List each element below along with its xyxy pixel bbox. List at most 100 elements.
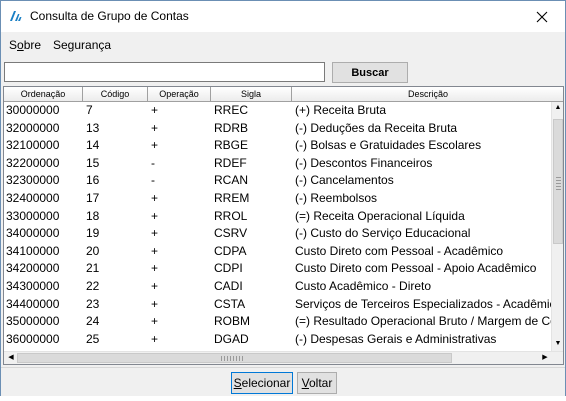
cell-ordenacao: 30000000 — [6, 103, 60, 117]
cell-descricao: (-) Descontos Financeiros — [295, 155, 433, 170]
table-row[interactable]: 34100000 20 + CDPA Custo Direto com Pessoal … — [4, 243, 551, 261]
scroll-up-icon[interactable]: ▲ — [552, 104, 563, 111]
cell-ordenacao: 34000000 — [6, 226, 60, 241]
cell-ordenacao: 35000000 — [6, 314, 60, 329]
cell-operacao: + — [151, 296, 159, 311]
cell-operacao: - — [151, 155, 155, 170]
accounts-grid[interactable]: Ordenação Código Operação Sigla Descriçã… — [3, 86, 564, 365]
close-icon — [536, 11, 548, 22]
cell-operacao: + — [151, 226, 159, 241]
table-row[interactable]: 34200000 21 + CDPI Custo Direto com Pessoal … — [4, 260, 551, 278]
menu-sobre-label: Sobre — [9, 38, 42, 52]
grip-icon — [556, 175, 561, 190]
column-header-operacao[interactable]: Operação — [148, 87, 211, 102]
menu-seguranca[interactable]: Segurança — [53, 38, 111, 52]
table-row[interactable]: 33000000 18 + RROL (=) Receita Operacional L… — [4, 208, 551, 226]
cell-sigla: RCAN — [214, 173, 249, 188]
table-row[interactable]: 32000000 13 + RDRB (-) Deduções da Receita B… — [4, 120, 551, 138]
cell-ordenacao: 33000000 — [6, 208, 60, 223]
cell-codigo: 14 — [86, 138, 100, 153]
cell-sigla: RDRB — [214, 120, 249, 135]
cell-ordenacao: 34100000 — [6, 243, 60, 258]
horizontal-scroll-thumb[interactable] — [17, 353, 452, 363]
cell-descricao: (-) Deduções da Receita Bruta — [295, 120, 458, 135]
grid-body: 30000000 7 + RREC (+) Receita Bruta 32000000 1… — [4, 102, 551, 352]
scroll-right-icon[interactable]: ▶ — [539, 353, 551, 361]
voltar-label: Voltar — [301, 376, 333, 390]
cell-descricao: Serviços de Terceiros Especializados - A… — [295, 296, 551, 311]
app-logo-icon — [10, 11, 22, 21]
consulta-window: Consulta de Grupo de Contas Sobre Segura… — [0, 0, 566, 396]
cell-operacao: + — [151, 261, 159, 276]
cell-codigo: 21 — [86, 261, 100, 276]
horizontal-scrollbar[interactable]: ◀ ▶ — [4, 351, 563, 364]
table-row[interactable]: 32300000 16 - RCAN (-) Cancelamentos — [4, 172, 551, 190]
cell-codigo: 22 — [86, 278, 100, 293]
cell-operacao: + — [151, 208, 159, 223]
cell-codigo: 25 — [86, 331, 100, 346]
column-header-sigla[interactable]: Sigla — [211, 87, 292, 102]
cell-codigo: 24 — [86, 314, 100, 329]
table-row[interactable]: 35000000 24 + ROBM (=) Resultado Operacional… — [4, 313, 551, 331]
cell-sigla: ROBM — [214, 314, 250, 329]
cell-descricao: (-) Despesas Gerais e Administrativas — [295, 331, 497, 346]
vertical-scrollbar[interactable]: ▲ ▼ — [551, 102, 563, 352]
cell-codigo: 18 — [86, 208, 100, 223]
footer-bar: Selecionar Voltar — [1, 367, 565, 396]
cell-operacao: + — [151, 278, 159, 293]
table-row[interactable]: 36000000 25 + DGAD (-) Despesas Gerais e Adm… — [4, 331, 551, 349]
cell-ordenacao: 32300000 — [6, 173, 60, 188]
scroll-left-icon[interactable]: ◀ — [5, 353, 17, 361]
cell-operacao: + — [151, 120, 159, 135]
cell-codigo: 16 — [86, 173, 100, 188]
cell-sigla: RROL — [214, 208, 248, 223]
grip-icon — [221, 356, 245, 361]
selecionar-button[interactable]: Selecionar — [231, 372, 293, 394]
cell-codigo: 15 — [86, 155, 100, 170]
table-row[interactable]: 30000000 7 + RREC (+) Receita Bruta — [4, 102, 551, 120]
cell-sigla: CDPA — [214, 243, 247, 258]
menu-bar: Sobre Segurança — [1, 32, 565, 58]
table-row[interactable]: 32100000 14 + RBGE (-) Bolsas e Gratuidades … — [4, 137, 551, 155]
cell-codigo: 23 — [86, 296, 100, 311]
cell-operacao: + — [151, 190, 159, 205]
title-bar[interactable]: Consulta de Grupo de Contas — [1, 1, 565, 32]
voltar-button[interactable]: Voltar — [297, 372, 337, 394]
cell-sigla: CSTA — [214, 296, 246, 311]
cell-descricao: (+) Receita Bruta — [295, 103, 387, 117]
cell-descricao: Custo Acadêmico - Direto — [295, 278, 432, 293]
column-header-descricao[interactable]: Descrição — [292, 87, 563, 102]
cell-ordenacao: 34400000 — [6, 296, 60, 311]
cell-sigla: RBGE — [214, 138, 249, 153]
column-header-ordenacao[interactable]: Ordenação — [4, 87, 83, 102]
cell-descricao: (-) Bolsas e Gratuidades Escolares — [295, 138, 482, 153]
cell-codigo: 13 — [86, 120, 100, 135]
column-header-codigo[interactable]: Código — [83, 87, 148, 102]
cell-ordenacao: 32000000 — [6, 120, 60, 135]
cell-codigo: 7 — [86, 103, 93, 117]
close-button[interactable] — [519, 1, 565, 32]
table-row[interactable]: 32200000 15 - RDEF (-) Descontos Financeiros — [4, 155, 551, 173]
cell-ordenacao: 32400000 — [6, 190, 60, 205]
search-input[interactable] — [4, 62, 325, 82]
table-row[interactable]: 34000000 19 + CSRV (-) Custo do Serviço Educ… — [4, 225, 551, 243]
cell-codigo: 19 — [86, 226, 100, 241]
cell-ordenacao: 32100000 — [6, 138, 60, 153]
table-row[interactable]: 34400000 23 + CSTA Serviços de Terceiros Esp… — [4, 296, 551, 314]
vertical-scroll-thumb[interactable] — [553, 119, 563, 244]
cell-descricao: (-) Cancelamentos — [295, 173, 394, 188]
cell-descricao: (=) Receita Operacional Líquida — [295, 208, 465, 223]
selecionar-label: Selecionar — [233, 376, 291, 390]
scroll-down-icon[interactable]: ▼ — [552, 340, 563, 347]
table-row[interactable]: 32400000 17 + RREM (-) Reembolsos — [4, 190, 551, 208]
grid-header: Ordenação Código Operação Sigla Descriçã… — [4, 87, 563, 102]
menu-sobre[interactable]: Sobre — [9, 38, 41, 52]
cell-descricao: (-) Reembolsos — [295, 190, 378, 205]
cell-descricao: (=) Resultado Operacional Bruto / Margem… — [295, 314, 551, 329]
cell-sigla: CADI — [214, 278, 243, 293]
search-button[interactable]: Buscar — [332, 62, 408, 83]
cell-sigla: RREM — [214, 190, 250, 205]
cell-codigo: 20 — [86, 243, 100, 258]
cell-sigla: RDEF — [214, 155, 247, 170]
table-row[interactable]: 34300000 22 + CADI Custo Acadêmico - Direto — [4, 278, 551, 296]
